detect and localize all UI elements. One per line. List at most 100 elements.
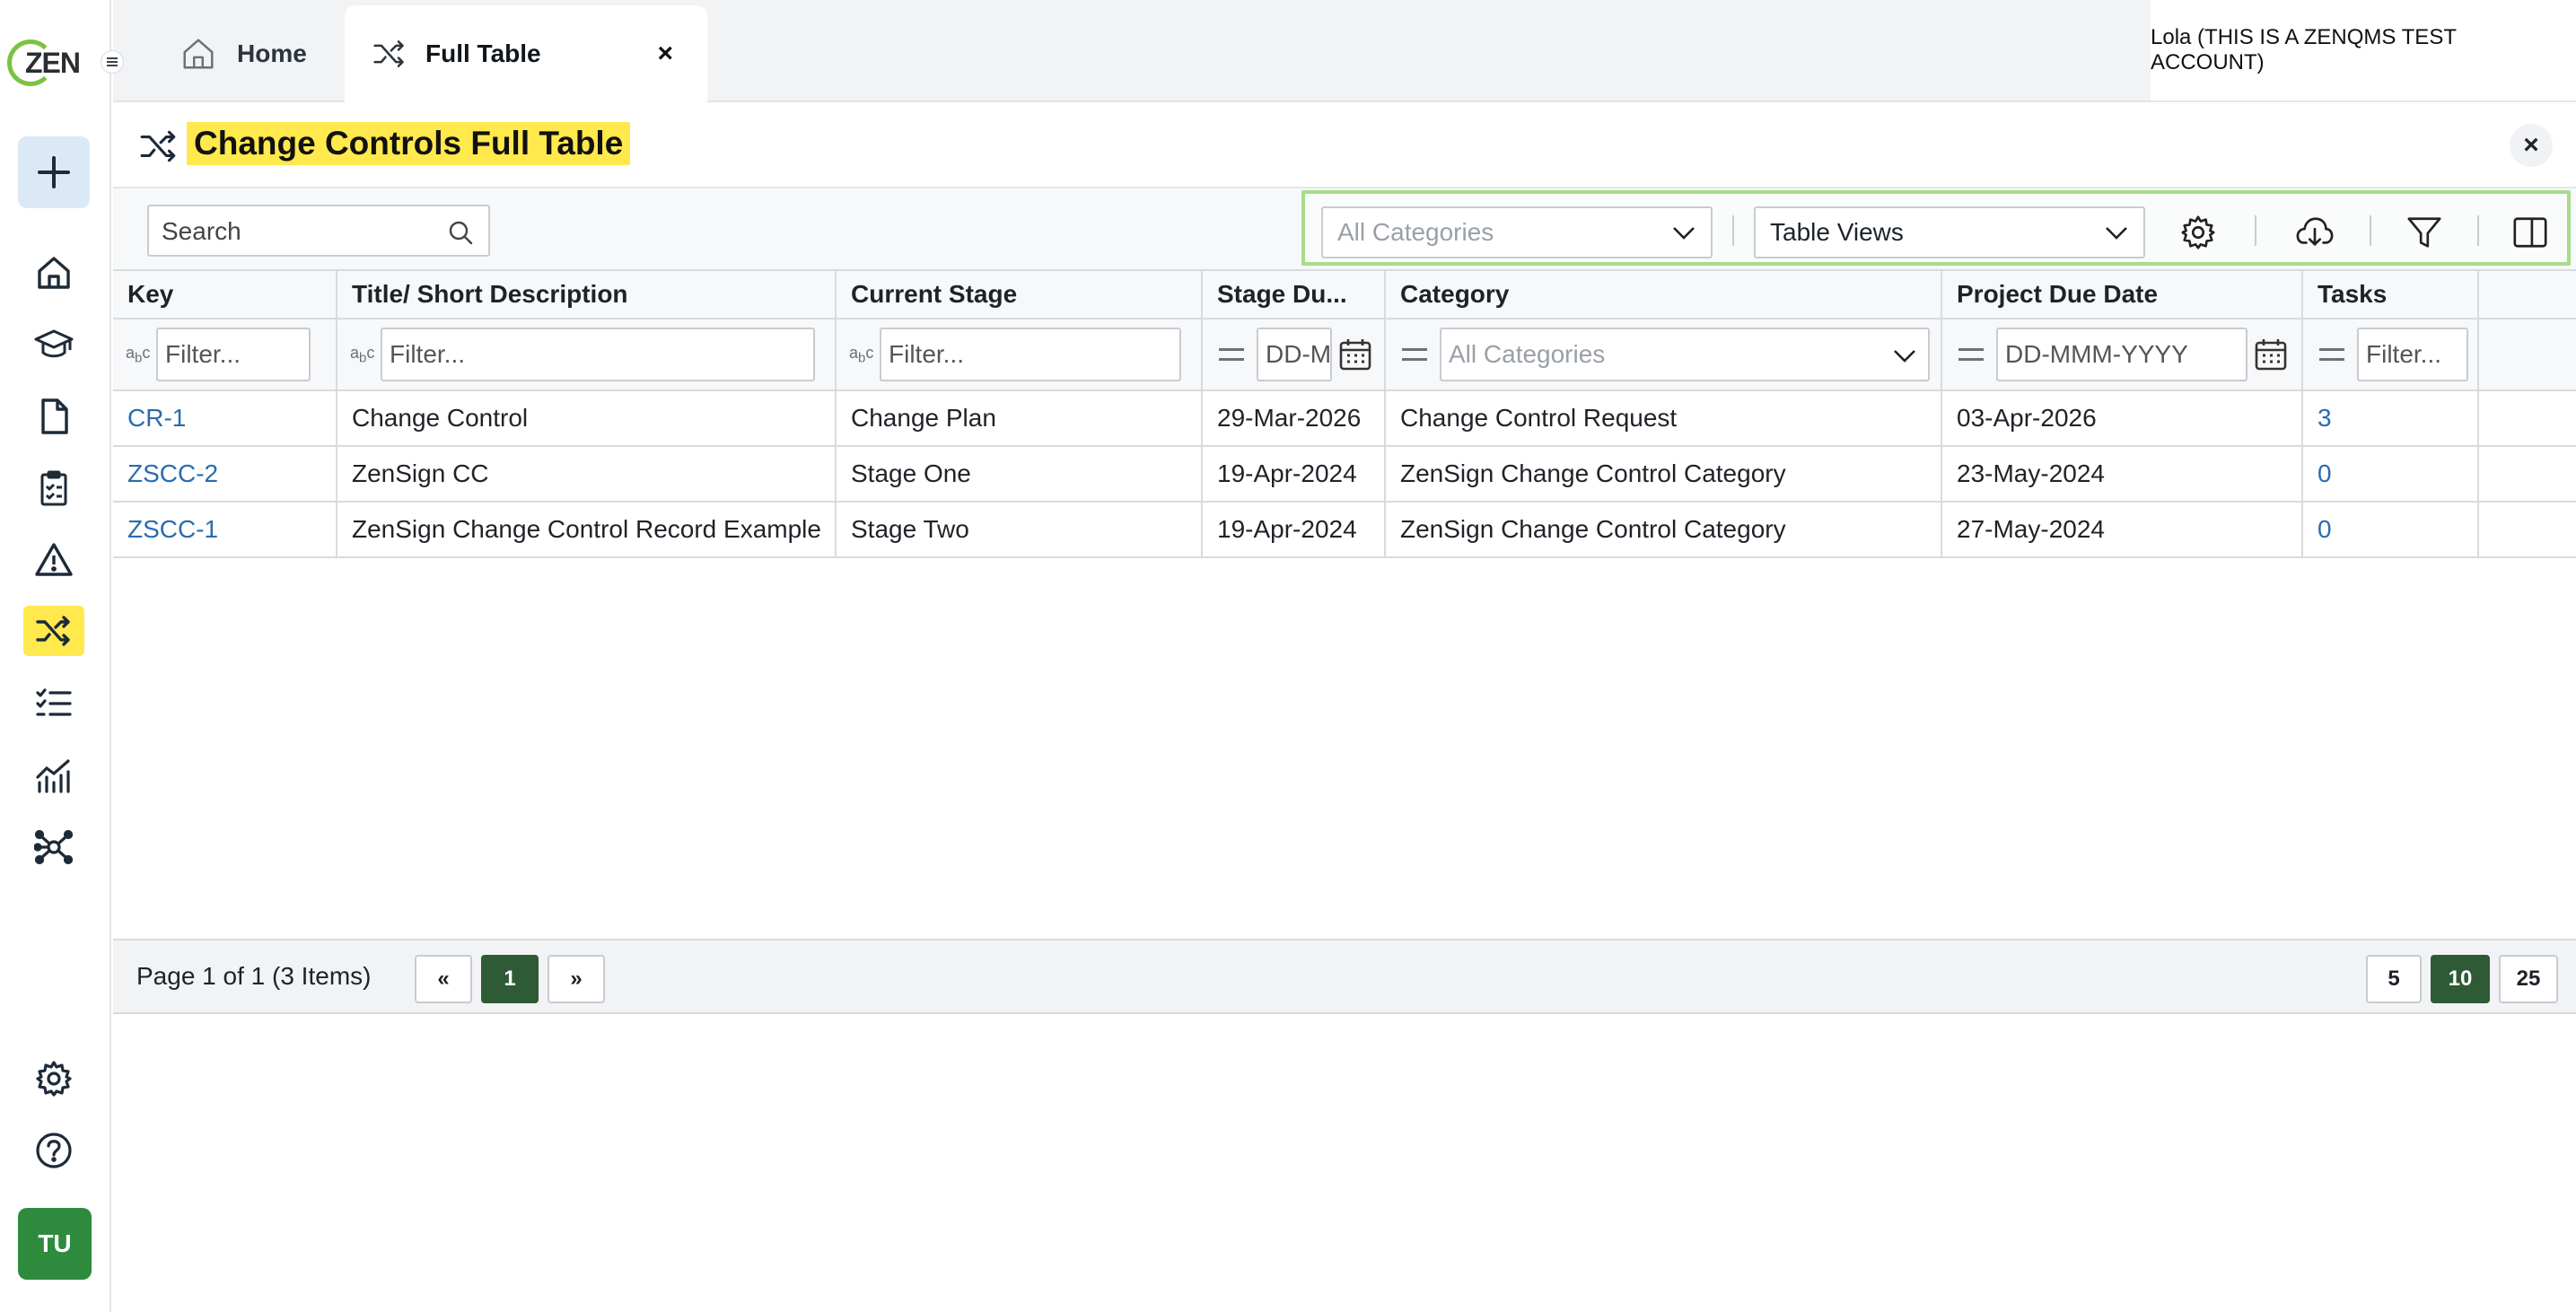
page-1-button[interactable]: 1 [481,955,539,1003]
filter-cell [1203,319,1386,389]
cell-tasks[interactable]: 0 [2303,503,2479,556]
gear-icon [2181,215,2215,249]
sidebar-item-documents[interactable] [23,391,84,442]
page-size-5-button[interactable]: 5 [2366,955,2422,1003]
split-panel-icon [2513,217,2547,248]
add-button[interactable] [18,136,90,208]
cell-key[interactable]: ZSCC-2 [113,447,337,501]
search-icon[interactable] [447,219,474,246]
text-filter-icon[interactable]: abc [126,344,156,366]
tab-home[interactable]: Home [180,5,307,102]
cell-title: ZenSign CC [337,447,837,501]
tab-full-table[interactable]: Full Table × [345,5,707,102]
stage-due-filter-input[interactable] [1257,328,1332,381]
cell-stage-due: 29-Mar-2026 [1203,391,1386,445]
shuffle-icon [36,616,70,646]
clipboard-check-icon [40,470,67,506]
table-row[interactable]: ZSCC-2 ZenSign CC Stage One 19-Apr-2024 … [113,447,2576,503]
cell-due-date: 27-May-2024 [1942,503,2303,556]
cell-stage: Change Plan [837,391,1203,445]
plus-icon [38,156,70,188]
filter-cell [2303,319,2479,389]
table-row[interactable]: CR-1 Change Control Change Plan 29-Mar-2… [113,391,2576,447]
calendar-icon[interactable] [1337,337,1373,372]
sidebar-settings[interactable] [23,1054,84,1104]
category-filter-select[interactable]: All Categories [1440,328,1930,381]
cell-tasks[interactable]: 3 [2303,391,2479,445]
stage-filter-input[interactable] [880,328,1181,381]
prev-page-button[interactable]: « [415,955,472,1003]
cloud-download-icon [2296,217,2334,246]
text-filter-icon[interactable]: abc [350,344,381,366]
next-page-button[interactable]: » [548,955,605,1003]
cell-title: Change Control [337,391,837,445]
calendar-icon[interactable] [2253,337,2289,372]
document-icon [41,398,68,434]
page-size-25-button[interactable]: 25 [2499,955,2558,1003]
sidebar-item-network[interactable] [23,822,84,872]
filter-button[interactable] [2398,206,2450,258]
hamburger-icon [107,57,118,66]
column-header-key[interactable]: Key [113,271,337,318]
task-list-icon [36,688,72,716]
column-header-tasks[interactable]: Tasks [2303,271,2479,318]
column-layout-button[interactable] [2504,206,2556,258]
divider [1732,215,1734,246]
text-filter-icon[interactable]: abc [849,344,880,366]
sidebar-item-change-controls[interactable] [23,606,84,656]
cell-key[interactable]: ZSCC-1 [113,503,337,556]
category-select[interactable]: All Categories [1321,206,1713,258]
column-header-stage-due[interactable]: Stage Du... [1203,271,1386,318]
cell-tasks[interactable]: 0 [2303,447,2479,501]
search-input[interactable] [162,215,431,248]
column-header-project-due-date[interactable]: Project Due Date [1942,271,2303,318]
sidebar-item-checklist[interactable] [23,463,84,513]
equals-icon[interactable] [2319,348,2344,361]
sidebar-item-training[interactable] [23,319,84,370]
column-header-title[interactable]: Title/ Short Description [337,271,837,318]
warning-icon [35,543,73,576]
sidebar-item-home[interactable] [23,248,84,298]
table-header-row: Key Title/ Short Description Current Sta… [113,271,2576,319]
due-date-filter-input[interactable] [1996,328,2247,381]
filter-cell: abc [337,319,837,389]
equals-icon[interactable] [1219,348,1244,361]
account-name[interactable]: Lola (THIS IS A ZENQMS TEST ACCOUNT) [2151,0,2576,101]
close-page-button[interactable]: × [2510,124,2553,167]
zen-logo[interactable]: ZEN [7,36,81,90]
table-views-select[interactable]: Table Views [1754,206,2145,258]
tab-label: Full Table [425,39,541,67]
tasks-filter-input[interactable] [2357,328,2468,381]
cell-stage-due: 19-Apr-2024 [1203,447,1386,501]
cell-category: ZenSign Change Control Category [1386,503,1942,556]
avatar[interactable]: TU [18,1208,92,1280]
download-button[interactable] [2289,206,2341,258]
cell-due-date: 03-Apr-2026 [1942,391,2303,445]
cell-category: ZenSign Change Control Category [1386,447,1942,501]
sidebar-help[interactable] [23,1125,84,1176]
table-toolbar: All Categories Table Views [113,188,2576,271]
page-info: Page 1 of 1 (3 Items) [136,962,372,990]
column-header-current-stage[interactable]: Current Stage [837,271,1203,318]
table-row[interactable]: ZSCC-1 ZenSign Change Control Record Exa… [113,503,2576,558]
cell-key[interactable]: CR-1 [113,391,337,445]
page-header: Change Controls Full Table × [113,104,2576,188]
page-size-10-button[interactable]: 10 [2431,955,2490,1003]
key-filter-input[interactable] [156,328,311,381]
gear-icon [36,1061,72,1097]
equals-icon[interactable] [1402,348,1427,361]
graduation-cap-icon [34,329,74,358]
title-filter-input[interactable] [381,328,815,381]
close-tab-button[interactable]: × [657,39,673,69]
sidebar-item-analytics[interactable] [23,750,84,800]
sidebar-item-issues[interactable] [23,535,84,585]
divider [2255,215,2256,246]
sidebar-item-tasks[interactable] [23,678,84,729]
column-header-category[interactable]: Category [1386,271,1942,318]
search-box [147,205,490,257]
home-icon [38,257,70,289]
equals-icon[interactable] [1958,348,1984,361]
menu-toggle-button[interactable] [101,50,124,74]
settings-button[interactable] [2172,206,2224,258]
shuffle-icon [140,130,176,162]
